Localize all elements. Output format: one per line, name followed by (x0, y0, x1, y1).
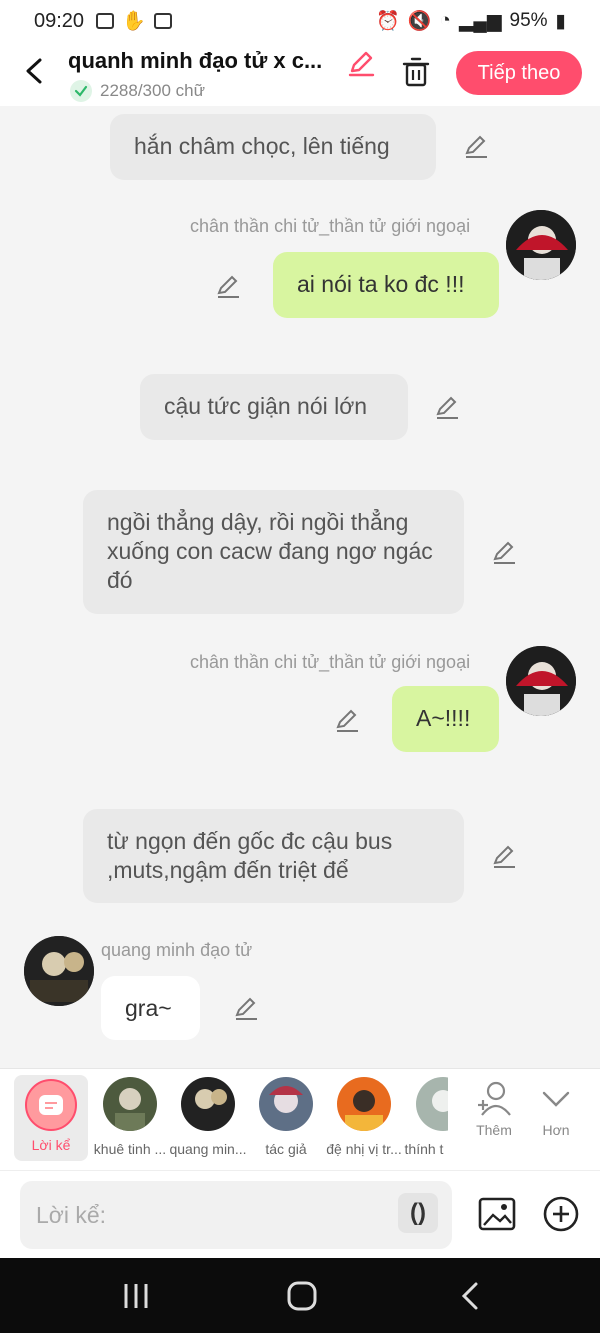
character-item[interactable]: khuê tinh ... (92, 1077, 168, 1157)
my-message-bubble[interactable]: ai nói ta ko đc !!! (273, 252, 499, 318)
next-button[interactable]: Tiếp theo (456, 51, 582, 95)
more-button[interactable]: Hơn (526, 1079, 586, 1138)
gallery-icon (96, 13, 115, 29)
character-item[interactable]: thính t (404, 1077, 448, 1157)
input-bar: () (0, 1170, 600, 1258)
edit-message-icon[interactable] (214, 272, 242, 300)
narration-bubble[interactable]: hắn châm chọc, lên tiếng (110, 114, 436, 180)
message-text: ai nói ta ko đc !!! (297, 271, 465, 297)
narrator-button[interactable] (25, 1079, 77, 1131)
system-icons: ⏰ 🔇 ◔ ▂▄▆ 95% ▮ (376, 9, 566, 33)
sender-name: chân thần chi tử_thần tử giới ngoại (190, 652, 471, 672)
word-count-row: 2288/300 chữ (70, 80, 205, 102)
narration-input[interactable] (20, 1181, 452, 1249)
message-text: A~!!!! (416, 705, 471, 731)
character-item[interactable]: quang min... (169, 1077, 247, 1157)
edit-message-icon[interactable] (433, 393, 461, 421)
edit-message-icon[interactable] (232, 994, 260, 1022)
narrator-label: Lời kể (31, 1137, 71, 1153)
narration-bubble[interactable]: ngồi thẳng dậy, rồi ngồi thẳng xuống con… (83, 490, 464, 614)
character-avatar (259, 1077, 313, 1131)
youtube-icon (153, 13, 172, 29)
message-text: ngồi thẳng dậy, rồi ngồi thẳng xuống con… (107, 509, 433, 593)
mute-icon: 🔇 (407, 11, 432, 32)
message-text: từ ngọn đến gốc đc cậu bus ,muts,ngậm đế… (107, 828, 393, 883)
edit-message-icon[interactable] (333, 706, 361, 734)
character-avatar (181, 1077, 235, 1131)
avatar[interactable] (24, 936, 94, 1006)
add-circle-icon[interactable] (542, 1195, 580, 1233)
back-icon[interactable] (452, 1280, 492, 1312)
sender-name: quang minh đạo tử (101, 940, 253, 960)
sender-name: chân thần chi tử_thần tử giới ngoại (190, 216, 471, 236)
message-text: gra~ (125, 995, 172, 1021)
character-name: thính t (404, 1141, 444, 1157)
battery-icon: ▮ (555, 10, 566, 32)
character-name: tác giả (265, 1141, 307, 1157)
status-time: 09:20 (34, 9, 85, 32)
character-name: đệ nhị vị tr... (326, 1141, 402, 1157)
other-message-bubble[interactable]: gra~ (101, 976, 200, 1040)
character-selector: Lời kể khuê tinh ... quang min... tác gi… (0, 1068, 600, 1170)
notification-icons: ✋ (96, 9, 172, 33)
chevron-down-icon (542, 1091, 570, 1107)
avatar[interactable] (506, 210, 576, 280)
wifi-icon: ◔ (439, 10, 451, 31)
add-character-button[interactable]: Thêm (464, 1079, 524, 1138)
character-avatar (416, 1077, 448, 1131)
hands-icon: ✋ (122, 11, 146, 32)
narrator-tab[interactable]: Lời kể (14, 1075, 88, 1161)
avatar[interactable] (506, 646, 576, 716)
message-text: hắn châm chọc, lên tiếng (134, 133, 390, 159)
check-icon (70, 80, 92, 102)
battery-text: 95% (509, 10, 548, 31)
character-avatar (337, 1077, 391, 1131)
chat-area[interactable]: hắn châm chọc, lên tiếng chân thần chi t… (0, 106, 600, 1068)
trash-icon[interactable] (400, 56, 432, 88)
more-label: Hơn (542, 1122, 570, 1138)
edit-message-icon[interactable] (490, 538, 518, 566)
alarm-icon: ⏰ (375, 11, 400, 32)
character-item[interactable]: tác giả (248, 1077, 324, 1157)
back-arrow-icon[interactable] (22, 56, 48, 86)
narration-bubble[interactable]: từ ngọn đến gốc đc cậu bus ,muts,ngậm đế… (83, 809, 464, 903)
chat-bubble-icon (39, 1095, 63, 1115)
edit-message-icon[interactable] (462, 132, 490, 160)
character-name: quang min... (169, 1141, 247, 1157)
story-title: quanh minh đạo tử x c... (68, 48, 323, 73)
recent-apps-icon[interactable] (116, 1280, 156, 1312)
character-item[interactable]: đệ nhị vị tr... (326, 1077, 402, 1157)
image-icon[interactable] (478, 1195, 516, 1233)
edit-title-icon[interactable] (346, 48, 376, 78)
word-count: 2288/300 chữ (100, 81, 205, 100)
edit-message-icon[interactable] (490, 842, 518, 870)
header: quanh minh đạo tử x c... 2288/300 chữ Ti… (0, 42, 600, 106)
parentheses-button[interactable]: () (398, 1193, 438, 1233)
signal-icon: ▂▄▆ (458, 10, 502, 32)
system-nav-bar (0, 1258, 600, 1333)
my-message-bubble[interactable]: A~!!!! (392, 686, 499, 752)
character-avatar (103, 1077, 157, 1131)
home-icon[interactable] (282, 1280, 322, 1312)
message-text: cậu tức giận nói lớn (164, 393, 368, 419)
add-person-icon (478, 1081, 511, 1116)
character-name: khuê tinh ... (93, 1141, 167, 1157)
narration-bubble[interactable]: cậu tức giận nói lớn (140, 374, 408, 440)
add-character-label: Thêm (476, 1122, 512, 1138)
status-bar: 09:20 ✋ ⏰ 🔇 ◔ ▂▄▆ 95% ▮ (0, 0, 600, 42)
